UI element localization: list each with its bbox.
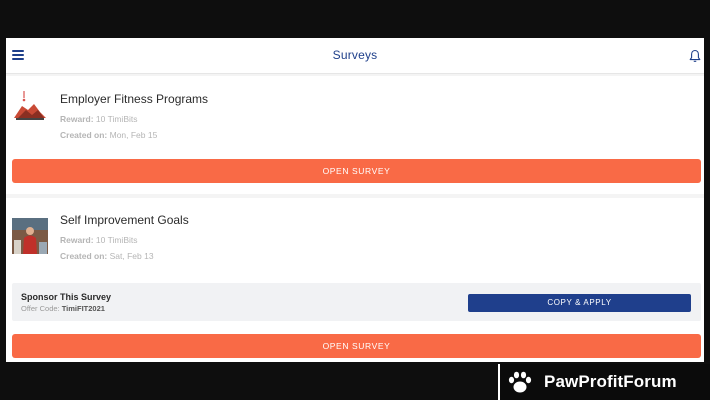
- watermark-banner: PawProfitForum: [498, 364, 710, 400]
- watermark-text: PawProfitForum: [544, 372, 677, 391]
- paw-icon: [508, 371, 532, 393]
- survey-card: Self Improvement Goals Reward: 10 TimiBi…: [6, 198, 704, 362]
- survey-thumbnail-fitness: [12, 88, 48, 124]
- survey-title: Employer Fitness Programs: [60, 92, 209, 106]
- copy-apply-button[interactable]: COPY & APPLY: [468, 294, 691, 312]
- open-survey-button[interactable]: OPEN SURVEY: [12, 159, 701, 183]
- created-date-text: Created on: Mon, Feb 15: [60, 130, 158, 140]
- offer-code-text: Offer Code: TimiFIT2021: [21, 304, 105, 313]
- top-app-bar: Surveys: [6, 38, 704, 74]
- survey-title: Self Improvement Goals: [60, 213, 189, 227]
- sponsor-title: Sponsor This Survey: [21, 292, 112, 302]
- survey-card: Employer Fitness Programs Reward: 10 Tim…: [6, 76, 704, 194]
- sponsor-panel: Sponsor This Survey Offer Code: TimiFIT2…: [12, 283, 701, 321]
- page-title: Surveys: [332, 48, 378, 62]
- bell-icon[interactable]: [689, 49, 701, 63]
- reward-text: Reward: 10 TimiBits: [60, 114, 138, 124]
- reward-text: Reward: 10 TimiBits: [60, 235, 138, 245]
- offer-code-value: TimiFIT2021: [61, 304, 105, 313]
- created-date-text: Created on: Sat, Feb 13: [60, 251, 154, 261]
- app-window: Surveys Employer Fitness Programs Reward…: [6, 38, 704, 362]
- open-survey-button[interactable]: OPEN SURVEY: [12, 334, 701, 358]
- survey-thumbnail-self-improvement: [12, 218, 48, 254]
